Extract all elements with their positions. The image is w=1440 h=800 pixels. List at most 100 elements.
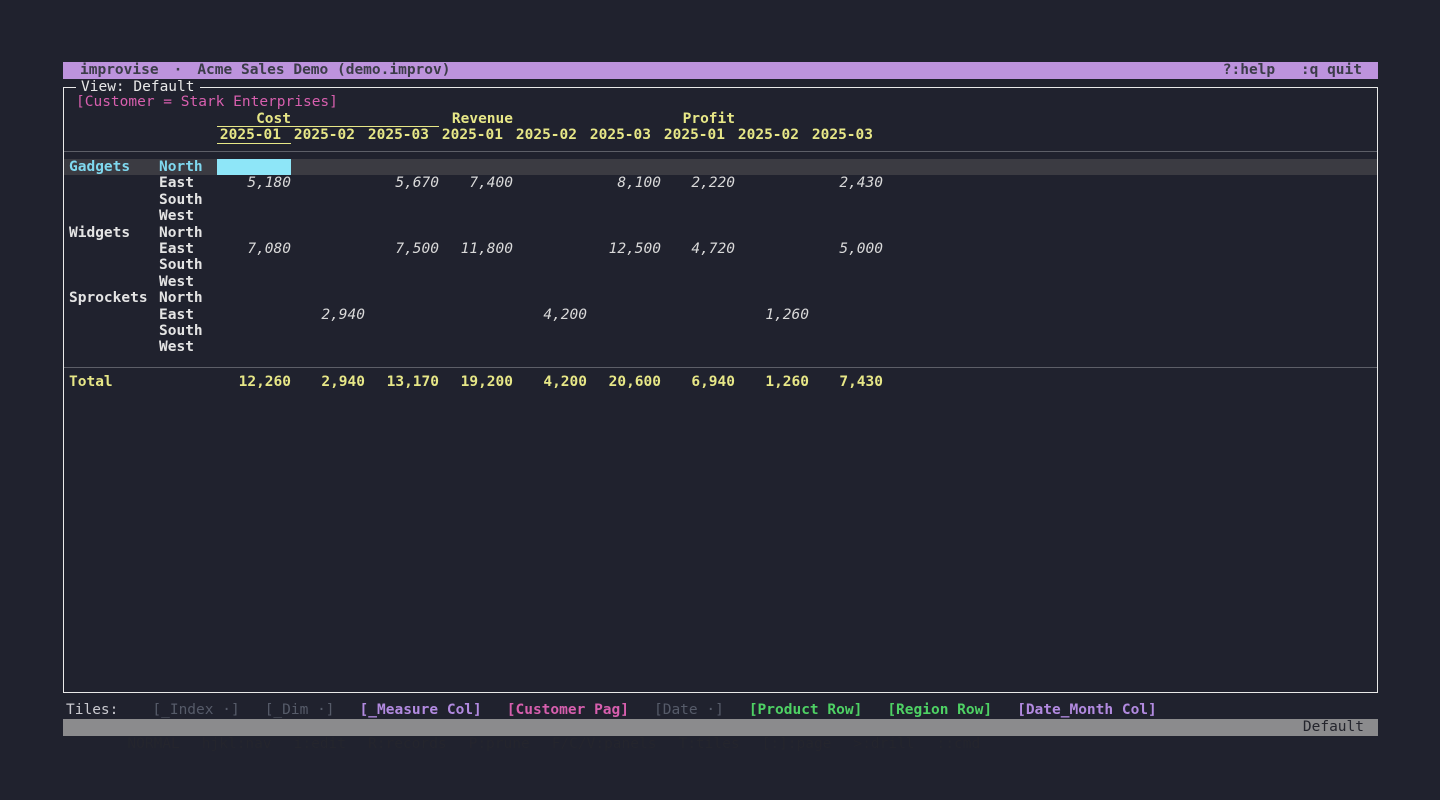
pivot-cell[interactable] — [365, 208, 439, 224]
pivot-cell[interactable] — [439, 290, 513, 306]
measure-header-profit[interactable]: Profit — [661, 111, 883, 127]
pivot-cell[interactable] — [439, 339, 513, 355]
pivot-cell[interactable] — [809, 257, 883, 273]
month-header[interactable]: 2025-02 — [291, 127, 365, 143]
pivot-cell[interactable] — [291, 290, 365, 306]
pivot-cell[interactable]: 7,080 — [217, 241, 291, 257]
pivot-cell[interactable] — [661, 192, 735, 208]
quit-hint[interactable]: :q quit — [1301, 62, 1362, 78]
pivot-cell[interactable] — [809, 225, 883, 241]
pivot-cell[interactable] — [809, 323, 883, 339]
pivot-cell[interactable] — [809, 208, 883, 224]
pivot-cell[interactable] — [513, 290, 587, 306]
pivot-cell[interactable]: 5,000 — [809, 241, 883, 257]
pivot-cell[interactable] — [291, 225, 365, 241]
pivot-cell[interactable] — [661, 274, 735, 290]
region-label[interactable]: North — [159, 159, 217, 175]
pivot-cell[interactable] — [365, 225, 439, 241]
pivot-cell[interactable] — [587, 339, 661, 355]
product-label[interactable] — [64, 307, 159, 323]
pivot-cell[interactable] — [735, 175, 809, 191]
pivot-cell[interactable] — [513, 323, 587, 339]
pivot-cell[interactable] — [217, 323, 291, 339]
tile-customer[interactable]: [Customer Pag] — [507, 702, 629, 718]
pivot-cell[interactable] — [587, 225, 661, 241]
region-label[interactable]: West — [159, 208, 217, 224]
pivot-cell[interactable] — [439, 159, 513, 175]
pivot-cell[interactable] — [291, 159, 365, 175]
pivot-cell[interactable]: 7,500 — [365, 241, 439, 257]
month-header[interactable]: 2025-01 — [661, 127, 735, 143]
pivot-cell[interactable] — [513, 225, 587, 241]
pivot-cell[interactable] — [587, 257, 661, 273]
tile-measure[interactable]: [_Measure Col] — [360, 702, 482, 718]
product-label[interactable]: Sprockets — [64, 290, 159, 306]
pivot-cell[interactable] — [735, 257, 809, 273]
pivot-cell[interactable] — [735, 225, 809, 241]
pivot-cell[interactable] — [217, 257, 291, 273]
pivot-cell[interactable] — [735, 159, 809, 175]
pivot-cell[interactable] — [291, 175, 365, 191]
pivot-cell[interactable] — [365, 257, 439, 273]
pivot-cell[interactable] — [217, 274, 291, 290]
pivot-cell[interactable] — [735, 290, 809, 306]
tile-dim[interactable]: [_Dim ·] — [265, 702, 335, 718]
pivot-cell[interactable] — [217, 339, 291, 355]
month-header[interactable]: 2025-02 — [735, 127, 809, 143]
pivot-cell[interactable] — [217, 225, 291, 241]
pivot-cell[interactable] — [587, 274, 661, 290]
pivot-cell[interactable] — [365, 192, 439, 208]
pivot-cell[interactable] — [291, 339, 365, 355]
region-label[interactable]: West — [159, 274, 217, 290]
region-label[interactable]: South — [159, 257, 217, 273]
pivot-cell[interactable] — [735, 241, 809, 257]
pivot-cell[interactable] — [809, 159, 883, 175]
pivot-cell[interactable] — [365, 290, 439, 306]
pivot-cell[interactable] — [513, 175, 587, 191]
pivot-cell[interactable] — [439, 225, 513, 241]
pivot-cell[interactable] — [809, 307, 883, 323]
pivot-cell[interactable] — [439, 307, 513, 323]
region-label[interactable]: South — [159, 323, 217, 339]
pivot-cell[interactable] — [661, 257, 735, 273]
pivot-cell[interactable] — [661, 290, 735, 306]
tile-index[interactable]: [_Index ·] — [152, 702, 239, 718]
region-label[interactable]: East — [159, 175, 217, 191]
pivot-cell[interactable] — [365, 274, 439, 290]
pivot-cell[interactable] — [439, 274, 513, 290]
pivot-cell[interactable] — [513, 339, 587, 355]
pivot-cell[interactable] — [513, 208, 587, 224]
product-label[interactable] — [64, 323, 159, 339]
pivot-cell[interactable] — [661, 208, 735, 224]
month-header[interactable]: 2025-01 — [217, 127, 291, 143]
product-label[interactable] — [64, 175, 159, 191]
pivot-cell[interactable] — [365, 307, 439, 323]
product-label[interactable] — [64, 339, 159, 355]
pivot-cell[interactable] — [513, 192, 587, 208]
pivot-cell[interactable] — [365, 323, 439, 339]
pivot-cell[interactable] — [587, 208, 661, 224]
customer-filter-badge[interactable]: [Customer = Stark Enterprises] — [76, 94, 338, 111]
measure-header-cost[interactable]: Cost — [217, 111, 439, 127]
pivot-cell[interactable] — [513, 257, 587, 273]
pivot-cell[interactable] — [661, 339, 735, 355]
region-label[interactable]: West — [159, 339, 217, 355]
pivot-cell[interactable] — [439, 208, 513, 224]
pivot-cell[interactable] — [291, 323, 365, 339]
pivot-cell[interactable] — [809, 290, 883, 306]
month-header[interactable]: 2025-01 — [439, 127, 513, 143]
pivot-cell[interactable]: 2,430 — [809, 175, 883, 191]
region-label[interactable]: North — [159, 225, 217, 241]
pivot-cell[interactable] — [291, 274, 365, 290]
pivot-cell[interactable] — [809, 192, 883, 208]
month-header[interactable]: 2025-03 — [365, 127, 439, 143]
pivot-cell[interactable]: 5,180 — [217, 175, 291, 191]
pivot-cell[interactable] — [513, 274, 587, 290]
pivot-cell[interactable] — [661, 225, 735, 241]
month-header[interactable]: 2025-02 — [513, 127, 587, 143]
month-header[interactable]: 2025-03 — [587, 127, 661, 143]
product-label[interactable] — [64, 208, 159, 224]
region-label[interactable]: South — [159, 192, 217, 208]
product-label[interactable] — [64, 192, 159, 208]
pivot-cell[interactable] — [291, 257, 365, 273]
